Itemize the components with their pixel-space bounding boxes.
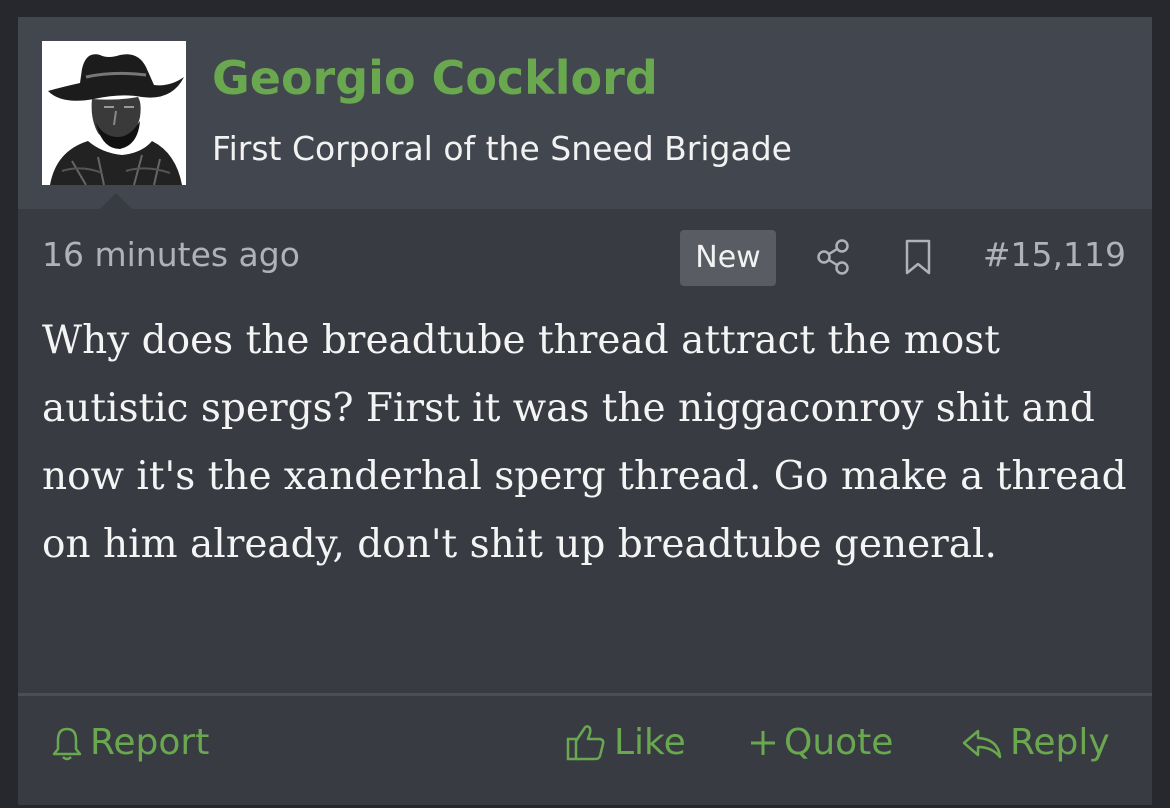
bookmark-icon[interactable] [898,237,938,277]
cowboy-avatar-icon [42,41,186,185]
thumbs-up-icon [566,725,605,761]
forum-post: Georgio Cocklord First Corporal of the S… [18,17,1152,805]
post-number-link[interactable]: #15,119 [983,229,1126,281]
report-label: Report [90,722,210,763]
post-footer: Report Like Quote Reply [18,696,1152,805]
quote-button[interactable]: Quote [748,718,893,768]
like-button[interactable]: Like [564,718,686,768]
user-title: First Corporal of the Sneed Brigade [212,129,792,168]
report-button[interactable]: Report [50,718,209,768]
post-meta: 16 minutes ago New #15,119 [18,209,1152,301]
post-header: Georgio Cocklord First Corporal of the S… [18,17,1152,209]
username[interactable]: Georgio Cocklord [212,47,658,109]
post-timestamp[interactable]: 16 minutes ago [42,229,300,281]
reply-arrow-icon [962,729,1002,759]
like-label: Like [614,722,686,763]
header-arrow [100,193,132,209]
reply-button[interactable]: Reply [960,718,1110,768]
post-message: Why does the breadtube thread attract th… [42,318,1127,567]
new-badge: New [680,230,776,286]
plus-icon [751,731,775,755]
quote-label: Quote [784,722,894,763]
share-icon[interactable] [814,237,854,277]
user-avatar[interactable] [42,41,186,185]
bell-icon [52,727,82,761]
reply-label: Reply [1010,722,1110,763]
